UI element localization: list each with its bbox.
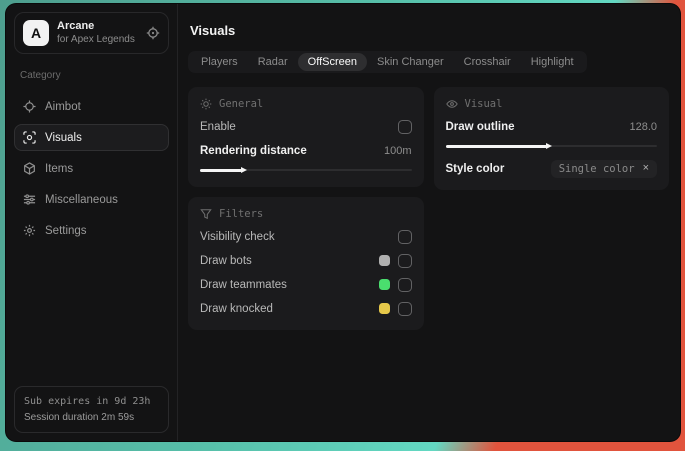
sidebar-item-label: Settings: [45, 224, 87, 237]
rendering-distance-label: Rendering distance: [200, 144, 307, 157]
page-title: Visuals: [190, 23, 236, 38]
app-subtitle: for Apex Legends: [57, 33, 135, 45]
app-logo: A: [23, 20, 49, 47]
draw-knocked-checkbox[interactable]: [397, 301, 412, 316]
draw-teammates-checkbox[interactable]: [397, 277, 412, 292]
visual-panel: Visual Draw outline 128.0 Style color Si…: [433, 87, 669, 190]
sidebar-item-label: Visuals: [45, 131, 82, 144]
draw-knocked-row: Draw knocked: [200, 298, 412, 319]
visibility-check-row: Visibility check: [200, 226, 412, 247]
visibility-check-label: Visibility check: [200, 230, 275, 243]
draw-teammates-label: Draw teammates: [200, 278, 287, 291]
sidebar-item-items[interactable]: Items: [14, 155, 169, 182]
draw-outline-row: Draw outline 128.0: [446, 116, 658, 137]
sidebar-item-label: Aimbot: [45, 100, 81, 113]
visual-panel-title: Visual: [464, 98, 503, 110]
draw-bots-checkbox[interactable]: [397, 253, 412, 268]
sub-expires-text: Sub expires in 9d 23h: [24, 396, 151, 407]
sliders-icon: [23, 193, 36, 206]
style-color-select[interactable]: Single color ×: [550, 159, 657, 178]
enable-label: Enable: [200, 120, 236, 133]
draw-bots-row: Draw bots: [200, 250, 412, 271]
cube-icon: [23, 162, 36, 176]
panels-area: General Enable Rendering distance 100m F…: [188, 87, 669, 330]
sidebar-item-miscellaneous[interactable]: Miscellaneous: [14, 186, 169, 213]
tab-skin-changer[interactable]: Skin Changer: [367, 53, 454, 71]
style-color-selected-value: Single color: [558, 162, 635, 175]
right-column: Visual Draw outline 128.0 Style color Si…: [433, 87, 669, 190]
crosshair-icon: [23, 100, 36, 113]
general-panel-header: General: [200, 98, 412, 110]
draw-bots-label: Draw bots: [200, 254, 252, 267]
app-window: A Arcane for Apex Legends Category Aimbo…: [6, 4, 680, 441]
main-content: Visuals Players Radar OffScreen Skin Cha…: [178, 4, 680, 441]
draw-knocked-color-swatch[interactable]: [378, 303, 390, 314]
sidebar-item-visuals[interactable]: Visuals: [14, 124, 169, 152]
enable-row: Enable: [200, 116, 412, 137]
general-panel-title: General: [219, 98, 264, 110]
style-color-row: Style color Single color ×: [445, 158, 657, 179]
visibility-check-checkbox[interactable]: [397, 229, 412, 244]
app-name: Arcane: [57, 20, 95, 32]
category-label: Category: [20, 70, 61, 82]
enable-checkbox[interactable]: [397, 119, 412, 134]
clear-selection-icon[interactable]: ×: [643, 163, 649, 174]
left-column: General Enable Rendering distance 100m F…: [188, 87, 424, 330]
draw-outline-slider[interactable]: [445, 142, 657, 150]
draw-teammates-row: Draw teammates: [200, 274, 412, 295]
tab-players[interactable]: Players: [191, 53, 248, 71]
draw-bots-color-swatch[interactable]: [378, 255, 390, 266]
target-icon[interactable]: [146, 26, 160, 40]
tab-bar: Players Radar OffScreen Skin Changer Cro…: [188, 51, 587, 73]
eye-icon: [445, 98, 458, 110]
rendering-distance-row: Rendering distance 100m: [200, 140, 412, 161]
sidebar-item-label: Items: [45, 162, 74, 175]
subscription-status-card: Sub expires in 9d 23h Session duration 2…: [14, 386, 169, 433]
rendering-distance-slider[interactable]: [200, 166, 412, 174]
tab-crosshair[interactable]: Crosshair: [454, 53, 521, 71]
filters-panel-header: Filters: [200, 208, 412, 220]
tab-offscreen[interactable]: OffScreen: [297, 53, 367, 71]
draw-teammates-color-swatch[interactable]: [378, 279, 390, 290]
funnel-icon: [200, 208, 212, 220]
rendering-distance-value: 100m: [383, 144, 412, 157]
session-duration-text: Session duration 2m 59s: [24, 411, 135, 423]
draw-outline-label: Draw outline: [445, 120, 515, 133]
sidebar-item-aimbot[interactable]: Aimbot: [14, 93, 169, 120]
visual-panel-header: Visual: [445, 98, 658, 110]
draw-knocked-label: Draw knocked: [200, 302, 273, 315]
app-titles: Arcane for Apex Legends: [57, 20, 138, 46]
sidebar-item-settings[interactable]: Settings: [14, 217, 169, 244]
slider-fill: [445, 142, 552, 149]
gear-icon: [23, 224, 36, 237]
sidebar: A Arcane for Apex Legends Category Aimbo…: [6, 4, 178, 441]
sidebar-item-label: Miscellaneous: [45, 193, 118, 206]
general-panel: General Enable Rendering distance 100m: [188, 87, 424, 187]
style-color-label: Style color: [445, 162, 505, 175]
tab-highlight[interactable]: Highlight: [521, 53, 584, 71]
slider-fill: [200, 166, 248, 173]
filters-panel: Filters Visibility check Draw bots Draw …: [188, 197, 424, 330]
draw-outline-value: 128.0: [629, 120, 657, 133]
filters-panel-title: Filters: [219, 208, 264, 220]
eye-scan-icon: [23, 131, 36, 144]
app-header-card: A Arcane for Apex Legends: [14, 12, 169, 55]
brightness-icon: [200, 98, 212, 110]
desktop-background: A Arcane for Apex Legends Category Aimbo…: [0, 0, 685, 451]
tab-radar[interactable]: Radar: [248, 53, 298, 71]
